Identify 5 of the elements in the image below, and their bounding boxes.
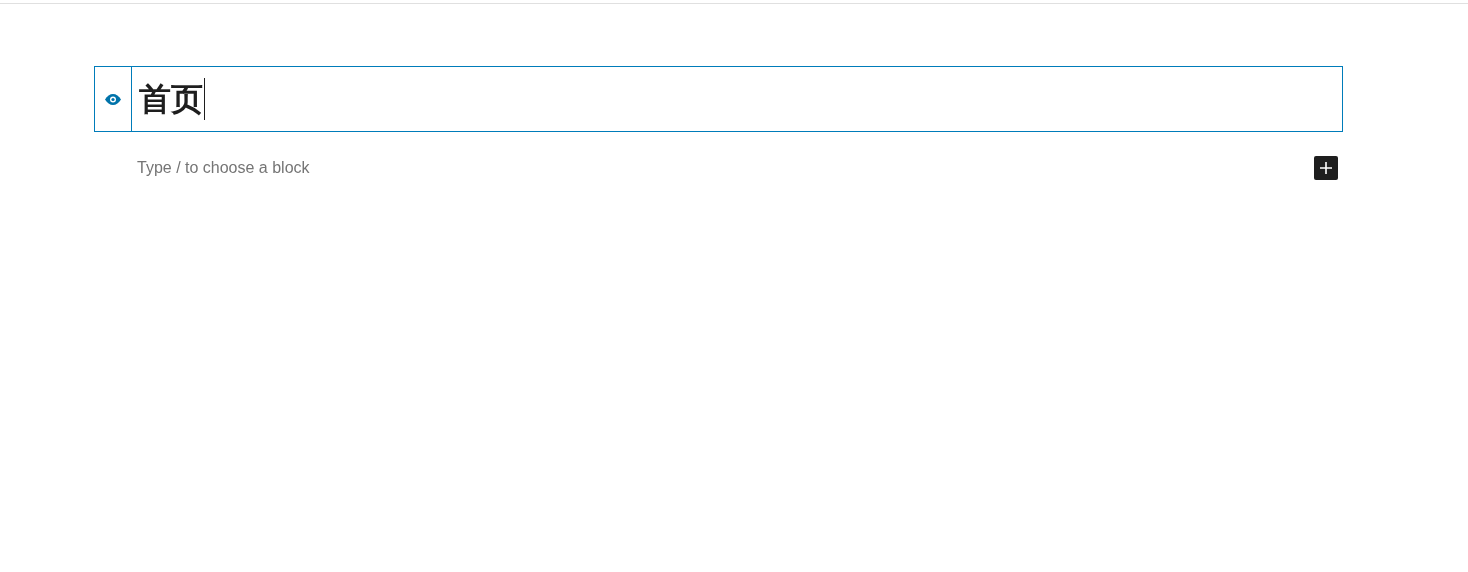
paragraph-field[interactable]: Type / to choose a block [137, 156, 1314, 180]
plus-icon [1320, 162, 1332, 174]
title-field[interactable]: 首页 [139, 78, 205, 120]
add-block-button[interactable] [1314, 156, 1338, 180]
eye-icon[interactable] [105, 93, 121, 105]
